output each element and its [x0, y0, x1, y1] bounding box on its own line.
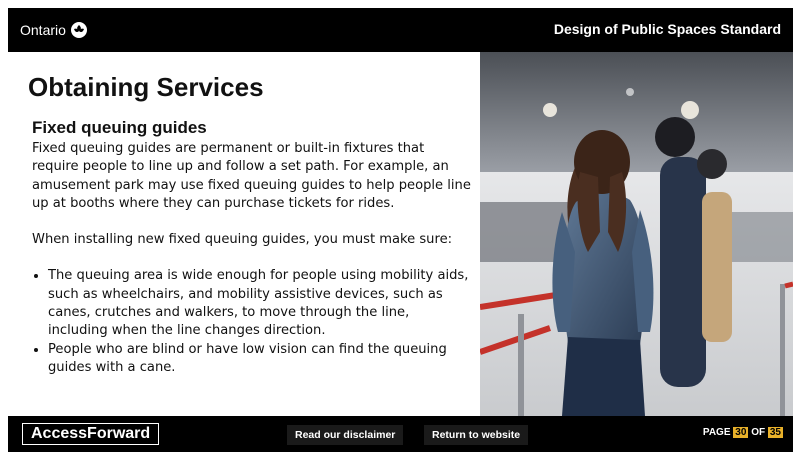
- brand-text: Ontario: [20, 22, 66, 38]
- accessforward-logo[interactable]: AccessForward: [22, 423, 160, 445]
- page-title: Obtaining Services: [28, 72, 264, 102]
- page-total: 35: [767, 427, 783, 438]
- page-current: 30: [733, 427, 749, 438]
- slide-frame: Ontario Design of Public Spaces Standard…: [8, 8, 793, 452]
- lead-paragraph: When installing new fixed queuing guides…: [32, 232, 453, 248]
- ontario-logo: Ontario: [20, 21, 87, 39]
- footer-bar: AccessForward Read our disclaimer Return…: [8, 416, 793, 452]
- body-text: Fixed queuing guides are permanent or bu…: [32, 140, 472, 377]
- page-label: PAGE: [702, 427, 731, 438]
- top-bar: Ontario Design of Public Spaces Standard: [8, 8, 793, 52]
- requirements-list: The queuing area is wide enough for peop…: [32, 267, 472, 377]
- queue-photo-illustration: [480, 52, 793, 416]
- intro-paragraph: Fixed queuing guides are permanent or bu…: [32, 141, 471, 211]
- page-indicator: PAGE 30 OF 35: [703, 427, 783, 438]
- list-item: The queuing area is wide enough for peop…: [48, 267, 472, 340]
- return-to-website-button[interactable]: Return to website: [424, 425, 529, 445]
- queue-photo: [480, 52, 793, 416]
- section-heading: Fixed queuing guides: [32, 118, 207, 137]
- trillium-icon: [70, 22, 87, 38]
- course-title: Design of Public Spaces Standard: [553, 21, 781, 37]
- list-item: People who are blind or have low vision …: [48, 341, 472, 378]
- page-of: OF: [751, 427, 766, 438]
- disclaimer-button[interactable]: Read our disclaimer: [287, 425, 404, 445]
- main-content: Obtaining Services Fixed queuing guides …: [8, 52, 480, 416]
